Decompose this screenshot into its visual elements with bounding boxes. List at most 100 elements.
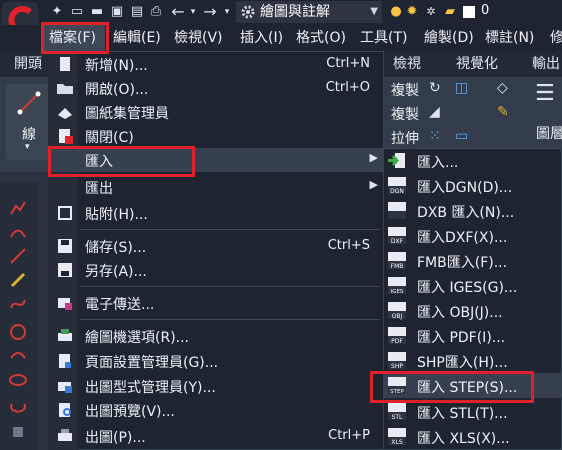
sun-icon[interactable]: ✹ xyxy=(405,3,419,21)
menu-item-sheet-set[interactable]: 圖紙集管理員 xyxy=(48,100,384,124)
menu-tools[interactable]: 工具(T) xyxy=(360,25,407,51)
line-tool-button[interactable]: 線 ▾ xyxy=(6,84,52,160)
color-swatch-icon[interactable] xyxy=(462,3,476,21)
save-as-icon[interactable]: ▤ xyxy=(128,3,146,21)
chevron-down-icon[interactable]: ▾ xyxy=(222,3,232,21)
menu-item-plot-preview[interactable]: 出圖預覽(V)... xyxy=(48,398,384,422)
ellipse-icon[interactable] xyxy=(8,370,28,390)
obj-file-icon: OBJ xyxy=(388,302,406,320)
chevron-right-icon: ▶ xyxy=(369,178,378,191)
open-icon[interactable]: ▬ xyxy=(88,3,106,21)
submenu-item-xls[interactable]: XLS 匯入 XLS(X)... xyxy=(383,424,562,449)
stl-file-icon: STL xyxy=(388,403,406,421)
menu-item-open[interactable]: 開啟(O)... Ctrl+O xyxy=(48,76,384,100)
menu-item-attach[interactable]: 貼附(H)... xyxy=(48,201,384,225)
print-icon[interactable]: ⎙ xyxy=(147,3,165,21)
pdf-file-icon: PDF xyxy=(388,327,406,345)
menu-item-plot-style[interactable]: 出圖型式管理員(Y)... xyxy=(48,374,384,398)
layers-label[interactable]: 圖層 xyxy=(536,123,562,143)
submenu-item-dxf[interactable]: DXF 匯入DXF(X)... xyxy=(383,223,562,248)
tab-home[interactable]: 開頭 xyxy=(14,51,42,77)
point-icon[interactable] xyxy=(8,422,28,442)
menu-modify[interactable]: 修 xyxy=(550,25,562,51)
undo-icon[interactable]: ← xyxy=(168,3,188,21)
folder-icon[interactable]: ▭ xyxy=(68,3,86,21)
menu-item-close[interactable]: 關閉(C) xyxy=(48,124,384,148)
svg-text:STL: STL xyxy=(392,414,403,421)
bulb-icon[interactable]: ● xyxy=(389,3,403,21)
svg-text:SHP: SHP xyxy=(391,363,403,370)
submenu-item-iges[interactable]: IGES 匯入 IGES(G)... xyxy=(383,273,562,298)
menu-item-etransmit[interactable]: 電子傳送... xyxy=(48,291,384,315)
submenu-item-obj[interactable]: OBJ 匯入 OBJ(J)... xyxy=(383,298,562,323)
freeze-icon[interactable]: ✲ xyxy=(423,3,439,21)
svg-text:DGN: DGN xyxy=(390,188,404,195)
plot-icon xyxy=(58,429,72,441)
polyline-icon[interactable] xyxy=(8,198,28,218)
rotate-icon[interactable]: ↻ xyxy=(429,80,441,96)
arc-icon[interactable] xyxy=(8,222,28,242)
menu-item-save-as[interactable]: 另存(A)... xyxy=(48,258,384,282)
submenu-item-dxb[interactable]: DXB 匯入(N)... xyxy=(383,198,562,223)
shp-file-icon: SHP xyxy=(388,352,406,370)
mirror-icon[interactable]: ◫ xyxy=(455,80,468,96)
stretch-label[interactable]: 拉伸 xyxy=(391,128,419,148)
tab-output[interactable]: 輸出 xyxy=(532,51,560,77)
menu-dimension[interactable]: 標註(N) xyxy=(485,25,534,51)
spline-icon[interactable] xyxy=(8,294,28,314)
save-icon[interactable]: ▣ xyxy=(108,3,126,21)
menu-separator xyxy=(80,319,380,320)
menu-separator xyxy=(80,229,380,230)
array-icon[interactable]: ⁙ xyxy=(429,128,441,144)
highlight-box-file-menu xyxy=(41,22,109,54)
submenu-item-fmb[interactable]: FMB FMB匯入(F)... xyxy=(383,248,562,273)
layer-number: 0 xyxy=(481,3,490,18)
scale-icon[interactable]: ▭ xyxy=(455,128,468,144)
copy-label-2[interactable]: 複製 xyxy=(391,104,419,124)
tab-view[interactable]: 檢視 xyxy=(393,51,421,77)
etransmit-icon xyxy=(58,298,72,310)
menu-draw[interactable]: 繪製(D) xyxy=(424,25,474,51)
menu-view[interactable]: 檢視(V) xyxy=(174,25,223,51)
menu-item-export[interactable]: 匯出 ▶ xyxy=(48,175,384,199)
ray-icon[interactable] xyxy=(8,246,28,266)
menu-separator xyxy=(80,286,380,287)
svg-text:IGES: IGES xyxy=(391,289,404,295)
submenu-item-shp[interactable]: SHP SHP匯入(H)... xyxy=(383,348,562,373)
layers-icon[interactable]: ☰ xyxy=(535,81,555,106)
save-icon xyxy=(58,239,72,253)
redo-icon[interactable]: → xyxy=(200,3,220,21)
circle-icon[interactable] xyxy=(8,322,28,342)
new-icon[interactable]: ✦ xyxy=(48,3,66,21)
menu-insert[interactable]: 插入(I) xyxy=(240,25,283,51)
chevron-down-icon: ▼ xyxy=(370,6,378,17)
page-setup-icon xyxy=(59,354,71,368)
fillet-icon[interactable]: ◢ xyxy=(429,104,440,120)
submenu-item-dgn[interactable]: DGN 匯入DGN(D)... xyxy=(383,173,562,198)
menu-item-plot[interactable]: 出圖(P)... Ctrl+P xyxy=(48,424,384,448)
pen-icon[interactable] xyxy=(8,270,28,290)
menu-item-save[interactable]: 儲存(S)... Ctrl+S xyxy=(48,234,384,258)
fmb-file-icon: FMB xyxy=(388,252,406,270)
menu-format[interactable]: 格式(O) xyxy=(296,25,346,51)
menu-item-page-setup[interactable]: 頁面設置管理員(G)... xyxy=(48,349,384,373)
ellipse-arc-icon[interactable] xyxy=(8,396,28,416)
workspace-selector[interactable]: 繪圖與註解 ▼ xyxy=(236,1,382,23)
revcloud-icon[interactable] xyxy=(8,346,28,366)
new-file-icon xyxy=(60,57,70,71)
dgn-file-icon: DGN xyxy=(388,177,406,195)
tab-visualize[interactable]: 視覺化 xyxy=(456,51,498,77)
plot-style-icon xyxy=(58,382,72,393)
menu-item-plotter-options[interactable]: 繪圖機選項(R)... xyxy=(48,324,384,348)
plotter-icon xyxy=(58,329,72,341)
lock-icon[interactable]: ▰ xyxy=(442,3,458,21)
explode-icon[interactable]: ✎ xyxy=(497,104,509,120)
menu-item-new[interactable]: 新增(N)... Ctrl+N xyxy=(48,52,384,76)
chevron-down-icon[interactable]: ▾ xyxy=(188,3,198,21)
submenu-item-import[interactable]: 匯入... xyxy=(383,148,562,173)
submenu-item-pdf[interactable]: PDF 匯入 PDF(I)... xyxy=(383,323,562,348)
erase-icon[interactable]: ◇ xyxy=(497,80,508,96)
copy-label[interactable]: 複製 xyxy=(391,80,419,100)
dxb-file-icon xyxy=(388,202,406,219)
menu-edit[interactable]: 編輯(E) xyxy=(113,25,161,51)
